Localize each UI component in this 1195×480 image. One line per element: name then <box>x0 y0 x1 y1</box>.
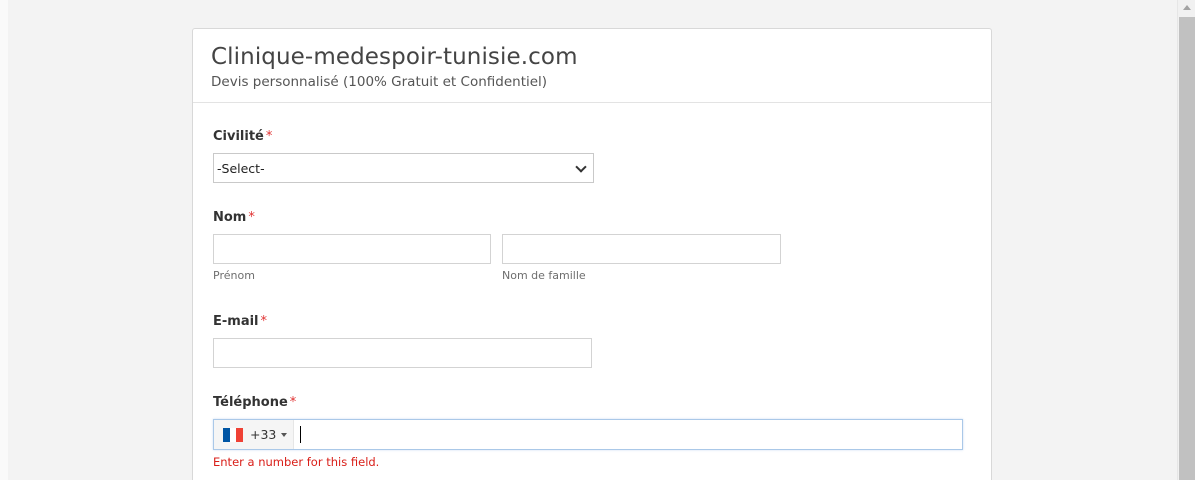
vertical-scrollbar[interactable] <box>1177 0 1195 480</box>
email-input[interactable] <box>213 338 592 368</box>
civilite-select[interactable]: -Select- <box>213 153 594 183</box>
scroll-up-arrow-icon[interactable] <box>1183 5 1191 10</box>
dial-code: +33 <box>250 427 277 442</box>
scrollbar-thumb[interactable] <box>1179 17 1195 480</box>
required-marker: * <box>289 395 297 410</box>
caret-down-icon <box>281 433 287 437</box>
france-flag-icon <box>223 428 244 442</box>
first-name-input[interactable] <box>213 234 491 264</box>
chevron-down-icon <box>575 161 587 173</box>
required-marker: * <box>260 314 268 329</box>
phone-error-message: Enter a number for this field. <box>213 455 380 469</box>
quote-form: Clinique-medespoir-tunisie.com Devis per… <box>192 28 992 480</box>
page-left-margin <box>0 0 8 480</box>
country-code-dropdown[interactable]: +33 <box>214 420 294 449</box>
phone-input[interactable]: +33 <box>213 419 963 450</box>
required-marker: * <box>248 210 255 225</box>
form-header: Clinique-medespoir-tunisie.com Devis per… <box>193 29 991 103</box>
form-title: Clinique-medespoir-tunisie.com <box>211 44 578 70</box>
civilite-label-text: Civilité <box>213 129 264 144</box>
first-name-sublabel: Prénom <box>213 269 255 282</box>
last-name-input[interactable] <box>502 234 781 264</box>
civilite-label: Civilité * <box>213 129 272 144</box>
text-cursor <box>300 426 301 443</box>
required-marker: * <box>265 129 273 144</box>
email-label: E-mail * <box>213 314 267 329</box>
civilite-select-value: -Select- <box>217 161 265 176</box>
telephone-label-text: Téléphone <box>213 395 288 410</box>
form-subtitle: Devis personnalisé (100% Gratuit et Conf… <box>211 74 548 90</box>
last-name-sublabel: Nom de famille <box>502 269 586 282</box>
telephone-label: Téléphone * <box>213 395 296 410</box>
nom-label: Nom * <box>213 210 255 225</box>
email-label-text: E-mail <box>213 314 259 329</box>
nom-label-text: Nom <box>213 210 247 225</box>
